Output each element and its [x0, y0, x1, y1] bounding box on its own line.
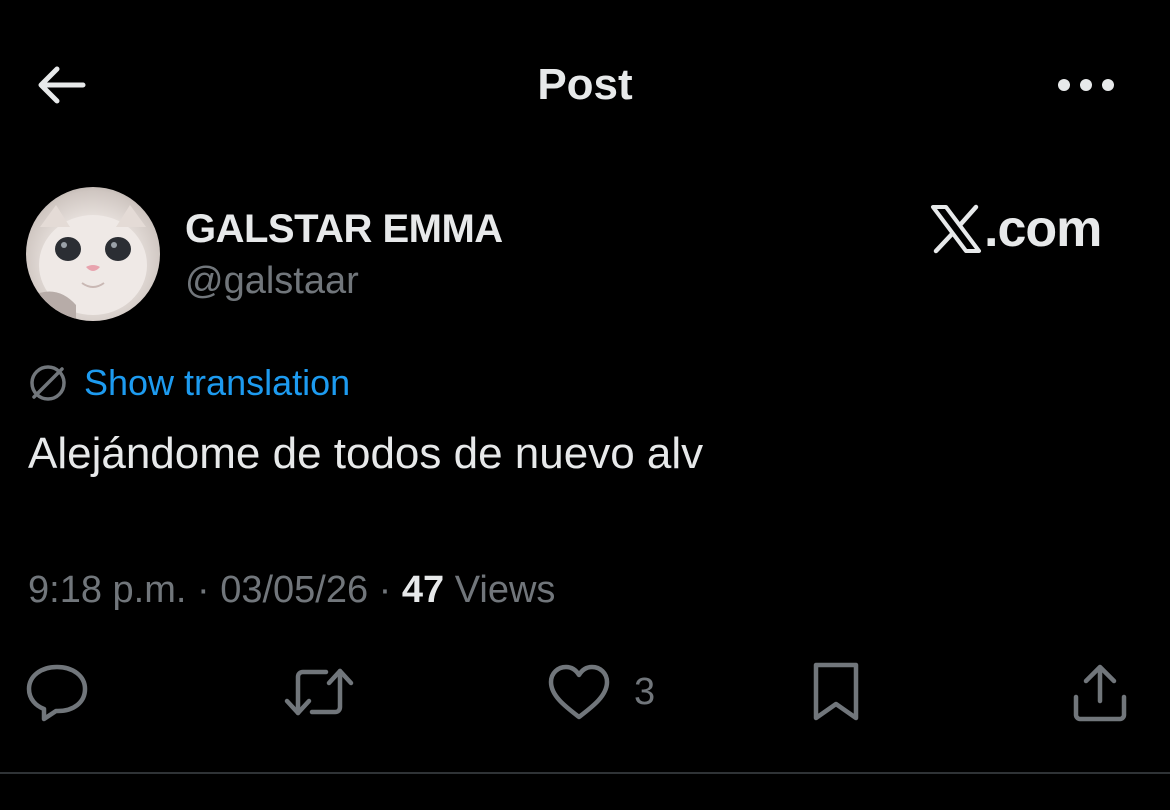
- x-logo-icon: [931, 204, 981, 254]
- meta-separator: ·: [368, 569, 402, 611]
- back-button[interactable]: [30, 58, 90, 112]
- author-display-name[interactable]: GALSTAR EMMA: [185, 205, 503, 253]
- repost-button[interactable]: [282, 660, 360, 724]
- views-count[interactable]: 47: [402, 569, 444, 611]
- repost-icon: [284, 668, 354, 716]
- kitten-avatar-image: [26, 205, 147, 321]
- show-translation-link[interactable]: Show translation: [84, 360, 350, 406]
- post-date[interactable]: 03/05/26: [220, 569, 368, 611]
- views-label: Views: [444, 569, 556, 611]
- divider: [0, 772, 1170, 774]
- post-text: Alejándome de todos de nuevo alv: [28, 429, 704, 478]
- avatar[interactable]: [26, 187, 160, 321]
- reply-icon: [26, 664, 88, 722]
- more-options-button[interactable]: [1050, 58, 1122, 112]
- like-count: 3: [634, 671, 656, 713]
- heart-icon: [548, 664, 610, 720]
- watermark-text: .com: [984, 200, 1102, 258]
- share-button[interactable]: [1070, 660, 1136, 724]
- like-button[interactable]: 3: [546, 660, 676, 724]
- arrow-left-icon: [38, 66, 86, 104]
- ellipsis-icon: [1058, 79, 1114, 91]
- share-icon: [1073, 664, 1127, 722]
- bookmark-icon: [813, 662, 859, 721]
- globe-slash-icon: [26, 361, 70, 405]
- reply-button[interactable]: [24, 660, 98, 724]
- x-com-watermark: .com: [930, 198, 1114, 260]
- bookmark-button[interactable]: [810, 660, 872, 724]
- post-time[interactable]: 9:18 p.m.: [28, 569, 186, 611]
- page-title: Post: [537, 60, 633, 109]
- meta-separator: ·: [186, 569, 221, 611]
- author-handle[interactable]: @galstaar: [185, 258, 359, 304]
- post-meta: 9:18 p.m. · 03/05/26 · 47 Views: [28, 566, 555, 614]
